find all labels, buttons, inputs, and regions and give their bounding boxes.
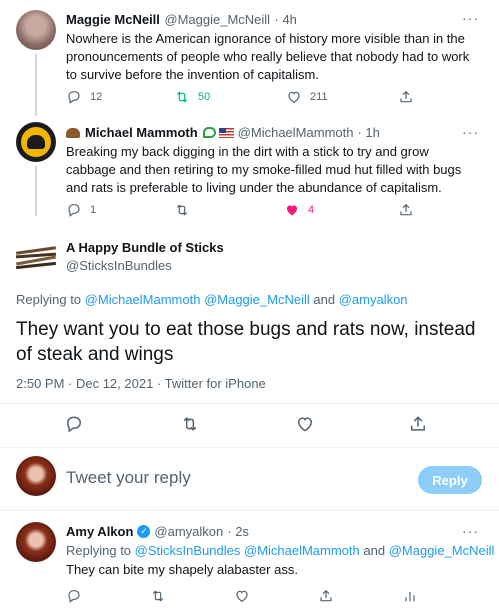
us-flag-icon (218, 127, 234, 138)
reply-icon (66, 588, 82, 604)
author-handle[interactable]: @MichaelMammoth (238, 125, 354, 140)
tweet-timestamp[interactable]: 2:50 PM · Dec 12, 2021 · Twitter for iPh… (16, 376, 266, 391)
author-name[interactable]: Amy Alkon (66, 524, 133, 539)
retweet-button[interactable] (180, 414, 200, 439)
reply-button[interactable]: 12 (66, 89, 102, 105)
tweet-time[interactable]: · 4h (275, 12, 297, 27)
share-button[interactable] (398, 89, 414, 105)
tweet-actions (66, 588, 426, 606)
reply-submit-button[interactable]: Reply (418, 466, 482, 494)
mention-link[interactable]: @Maggie_McNeill (389, 543, 495, 558)
author-name[interactable]: Maggie McNeill (66, 12, 160, 27)
divider (0, 403, 499, 404)
retweet-icon (174, 202, 190, 218)
retweet-count: 50 (198, 91, 211, 103)
share-button[interactable] (408, 414, 428, 439)
tweet-actions: 12 50 211 (66, 88, 426, 106)
heart-icon (286, 89, 302, 105)
analytics-icon (402, 588, 418, 604)
reply-button[interactable] (66, 588, 82, 609)
share-icon (408, 414, 428, 434)
verified-badge-icon: ✓ (137, 525, 151, 538)
divider (0, 510, 499, 511)
tweet-text: Breaking my back digging in the dirt wit… (66, 144, 462, 195)
more-icon[interactable]: ··· (462, 10, 479, 26)
avatar[interactable] (16, 10, 56, 50)
tweet-text: They can bite my shapely alabaster ass. (66, 562, 298, 577)
replying-to-label: Replying to (16, 292, 82, 307)
tweet-actions (0, 412, 499, 438)
more-icon[interactable]: ··· (462, 523, 479, 539)
like-button[interactable]: 211 (286, 89, 328, 105)
replying-and: and (363, 543, 386, 558)
author-handle[interactable]: @SticksInBundles (66, 258, 172, 273)
like-count: 4 (308, 204, 315, 216)
compose-avatar[interactable] (16, 456, 56, 496)
sticks-bundle-icon (16, 246, 56, 270)
heart-icon (234, 588, 250, 604)
thread-line (35, 54, 37, 116)
retweet-button[interactable] (150, 588, 166, 609)
like-count: 211 (310, 91, 328, 103)
nature-emoji-icon (202, 127, 216, 138)
share-icon (398, 202, 414, 218)
reply-icon (66, 89, 82, 105)
replying-to: Replying to @MichaelMammoth @Maggie_McNe… (16, 292, 408, 307)
tweet-time[interactable]: · 2s (227, 524, 249, 539)
share-button[interactable] (398, 202, 414, 218)
share-icon (318, 588, 334, 604)
retweet-icon (150, 588, 166, 604)
mention-link[interactable]: @amyalkon (339, 292, 408, 307)
replying-to-label: Replying to (66, 543, 132, 558)
mention-link[interactable]: @SticksInBundles @MichaelMammoth (135, 543, 360, 558)
avatar[interactable] (16, 122, 56, 162)
retweet-icon (174, 89, 190, 105)
tweet-time[interactable]: · 1h (357, 125, 379, 140)
retweet-button[interactable]: 50 (174, 89, 210, 105)
tweet-actions: 1 4 (66, 201, 426, 219)
share-icon (398, 89, 414, 105)
reply-icon (66, 202, 82, 218)
reply-button[interactable]: 1 (66, 202, 96, 218)
reply-icon (64, 414, 84, 434)
mammoth-logo-icon (21, 127, 51, 157)
more-icon[interactable]: ··· (462, 124, 479, 140)
like-button[interactable] (295, 414, 315, 439)
author-name[interactable]: Michael Mammoth (85, 125, 198, 140)
author-handle[interactable]: @Maggie_McNeill (164, 12, 270, 27)
heart-icon (295, 414, 315, 434)
tweet-text: Nowhere is the American ignorance of his… (66, 31, 470, 82)
like-button[interactable] (234, 588, 250, 609)
mammoth-emoji-icon (66, 127, 80, 138)
replying-to: Replying to @SticksInBundles @MichaelMam… (66, 543, 494, 558)
author-name[interactable]: A Happy Bundle of Sticks (66, 240, 224, 255)
reply-count: 1 (90, 204, 97, 216)
replying-and: and (313, 292, 336, 307)
divider (0, 447, 499, 448)
reply-button[interactable] (64, 414, 84, 439)
retweet-icon (180, 414, 200, 434)
reply-input[interactable]: Tweet your reply (66, 468, 191, 488)
avatar[interactable] (16, 238, 56, 278)
reply-count: 12 (90, 91, 103, 103)
analytics-button[interactable] (402, 588, 418, 609)
retweet-button[interactable] (174, 202, 198, 218)
thread-line (35, 166, 37, 216)
like-button[interactable]: 4 (284, 202, 314, 218)
avatar[interactable] (16, 522, 56, 562)
heart-icon (284, 202, 300, 218)
tweet-text: They want you to eat those bugs and rats… (16, 319, 476, 365)
share-button[interactable] (318, 588, 334, 609)
mention-link[interactable]: @MichaelMammoth @Maggie_McNeill (85, 292, 310, 307)
author-handle[interactable]: @amyalkon (154, 524, 223, 539)
